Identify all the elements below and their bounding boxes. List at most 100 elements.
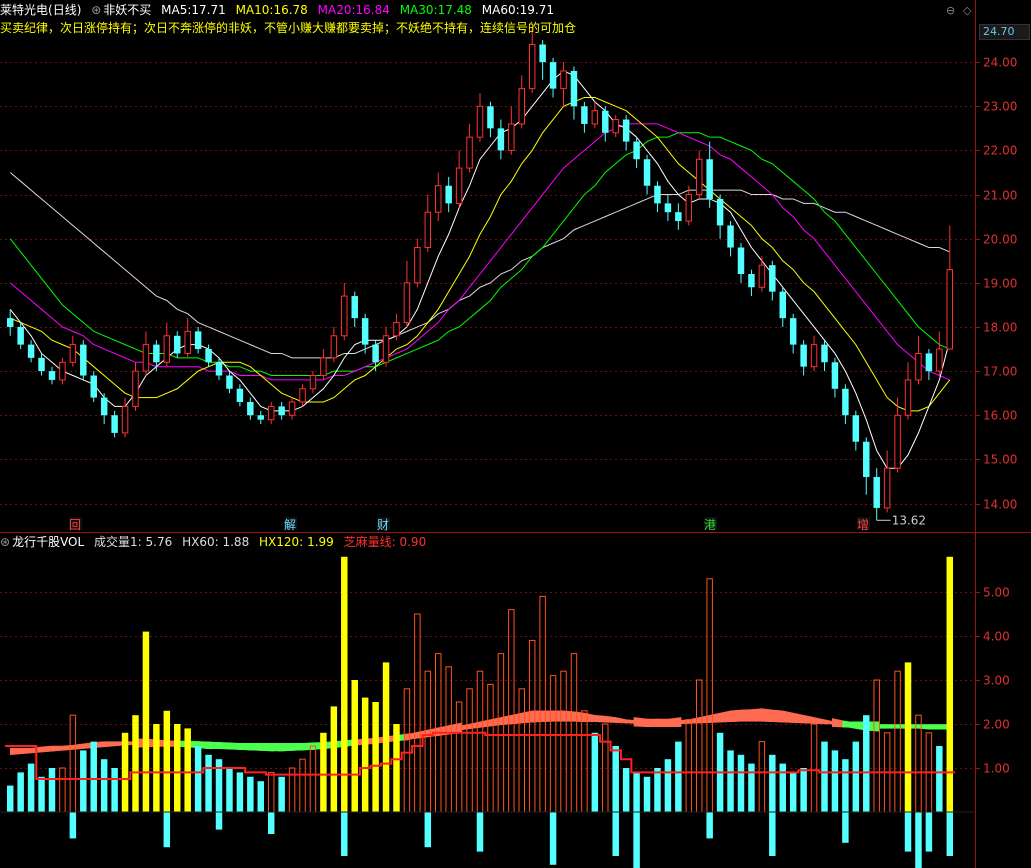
volume-bar: [226, 768, 233, 812]
candle-body: [549, 62, 557, 89]
hx-band-segment: [886, 724, 898, 729]
volume-bar: [247, 776, 254, 812]
candle-body: [236, 388, 244, 402]
candle-body: [153, 344, 160, 363]
candle-body: [382, 335, 390, 363]
candle-body: [205, 349, 212, 363]
candle-body: [727, 225, 734, 248]
volume-negative-bar: [341, 812, 348, 856]
candle-body: [174, 335, 181, 354]
volume-negative-bar: [633, 812, 640, 868]
indicator-name[interactable]: 非妖不买: [103, 3, 151, 17]
candle-body: [100, 397, 108, 416]
hx-band-segment: [511, 712, 523, 725]
candle-body: [267, 405, 275, 421]
hx-band-segment: [521, 710, 533, 724]
candle-body: [330, 335, 338, 359]
candle-body: [194, 331, 202, 350]
volume-bar: [257, 781, 265, 812]
volume-bar: [6, 785, 14, 812]
trading-rule-note: 买卖纪律，次日涨停持有；次日不奔涨停的非妖，不管小赚大赚都要卖掉；不妖绝不持有，…: [0, 21, 577, 35]
volume-bar: [372, 702, 379, 812]
volume-negative-bar: [476, 812, 484, 852]
ma30-item: MA30:17.48: [399, 3, 472, 17]
candle-body: [445, 185, 452, 204]
volume-negative-bar: [215, 812, 223, 830]
candle-body: [643, 159, 651, 186]
stock-name[interactable]: 莱特光电: [0, 3, 48, 17]
candle-body: [508, 123, 515, 151]
candle-body: [278, 406, 285, 416]
candle-body: [737, 247, 745, 274]
volume-negative-bar: [769, 812, 776, 856]
volume-bar: [863, 715, 870, 812]
candle-body: [758, 264, 766, 288]
hx-band-segment: [20, 747, 32, 755]
collapse-icon[interactable]: ⊖: [946, 4, 955, 17]
volume-negative-bar: [706, 812, 713, 839]
expand-icon[interactable]: ◇: [963, 4, 971, 17]
candle-body: [925, 353, 933, 372]
candle-body: [455, 167, 463, 204]
event-marker: 解: [284, 518, 296, 532]
hx-band-segment: [740, 709, 752, 722]
ma20-item: MA20:16.84: [317, 3, 390, 17]
candle-body: [622, 119, 630, 142]
candle-body: [299, 388, 306, 403]
candle-body: [748, 274, 755, 288]
volume-toggle-icon[interactable]: ⊛: [0, 535, 10, 549]
candle-body: [247, 402, 254, 416]
hx-band-segment: [719, 710, 731, 723]
price-tick-label: 18.00: [983, 321, 1017, 335]
volume-bar: [330, 706, 338, 812]
hx-band-segment: [445, 722, 463, 735]
volume-header: ⊛ 龙行千股VOL 成交量1: 5.76 HX60: 1.88 HX120: 1.…: [0, 534, 432, 550]
hx-band-segment: [782, 710, 794, 723]
hx-band-segment: [751, 708, 763, 722]
candle-body: [528, 43, 536, 90]
candle-body: [883, 467, 891, 509]
candle-body: [539, 44, 546, 63]
volume-bar: [904, 662, 912, 812]
candle-body: [633, 141, 640, 160]
candle-body: [48, 371, 56, 380]
hx-band-segment: [62, 744, 74, 751]
hx60-item: HX60: 1.88: [182, 535, 250, 549]
price-tick-label: 21.00: [983, 189, 1017, 203]
low-marker-label: 13.62: [892, 513, 926, 527]
candle-body: [591, 110, 599, 125]
period-label[interactable]: (日线): [48, 3, 81, 17]
volume-bar: [643, 776, 651, 812]
candle-body: [320, 357, 327, 377]
volume-bar: [821, 741, 828, 812]
hx-band-segment: [41, 745, 53, 753]
volume-bar: [612, 746, 619, 812]
volume-bar: [789, 772, 797, 812]
volume-negative-bar: [424, 812, 432, 848]
hx-band-segment: [552, 710, 564, 722]
candle-body: [184, 330, 191, 354]
candle-body: [17, 326, 24, 345]
candle-body: [863, 441, 870, 478]
candle-body: [695, 158, 703, 196]
hx-band-segment: [730, 709, 742, 723]
candle-body: [706, 159, 713, 199]
volume-bar: [90, 741, 97, 812]
hx-band-segment: [103, 741, 115, 748]
hx-band-segment: [918, 724, 930, 730]
indicator-toggle-icon[interactable]: ⊛: [91, 3, 101, 17]
stock-chart[interactable]: 24.00 23.00 22.00 21.00 20.00 19.00 18.00 17.00…: [0, 0, 1031, 868]
candle-body: [602, 110, 609, 133]
candle-body: [612, 119, 619, 134]
volume-bar: [946, 556, 954, 812]
volume-bar: [194, 746, 202, 812]
candle-body: [257, 415, 265, 420]
candle-body: [341, 295, 348, 337]
volume-bar: [163, 710, 171, 812]
volume-indicator-name[interactable]: 龙行千股VOL: [12, 535, 84, 549]
volume-bar: [142, 631, 150, 812]
volume-bar: [111, 768, 118, 812]
candle-body: [654, 185, 661, 204]
candle-body: [163, 335, 171, 363]
event-marker: 增: [857, 518, 869, 532]
